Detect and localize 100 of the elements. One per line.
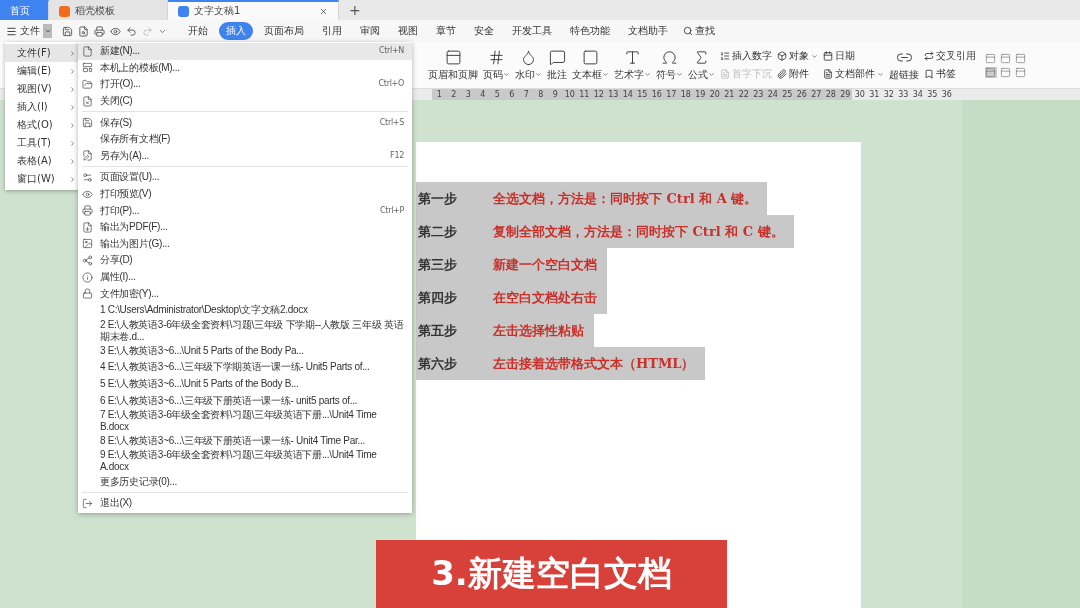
box-icon [777,51,787,61]
ruler-number: 34 [911,89,924,100]
menu-item[interactable]: 窗口(W) [5,170,79,188]
ribbon-tab[interactable]: 文档助手 [621,22,675,40]
ruler-number: 28 [824,89,837,100]
menu-item[interactable]: 5 E:\人教英语3~6...\Unit 5 Parts of the Body B... [78,375,412,393]
ribbon-tab[interactable]: 页面布局 [257,22,311,40]
ribbon-button[interactable]: 书签 [924,67,976,81]
menu-item[interactable]: 工具(T) [5,134,79,152]
ribbon-tab[interactable]: 视图 [391,22,425,40]
browser-tab[interactable]: 文字文稿1 [168,0,339,20]
menu-item[interactable]: 更多历史记录(0)... [78,473,412,491]
layout-icon[interactable] [985,52,997,64]
new-tab-button[interactable]: + [339,0,371,20]
ribbon-tab[interactable]: 开始 [181,22,215,40]
ribbon-button[interactable]: 超链接 [889,48,919,82]
ruler-number: 7 [522,89,530,100]
layout-icon[interactable] [1015,66,1027,78]
ribbon-button[interactable]: 水印 [515,48,542,82]
layout-icon[interactable] [1000,52,1012,64]
search-file-icon[interactable] [78,25,89,37]
layout-icon[interactable] [1015,52,1027,64]
menu-item[interactable]: 3 E:\人教英语3~6...\Unit 5 Parts of the Body Pa... [78,342,412,360]
menu-item[interactable]: 退出(X) [78,495,412,512]
menu-item[interactable]: 页面设置(U)... [78,169,412,186]
menu-item[interactable]: 8 E:\人教英语3~6...\三年级下册英语一课一练- Unit4 Time Par... [78,432,412,450]
bookmark-icon [924,69,934,79]
ribbon-button[interactable]: 批注 [547,48,567,82]
browser-tab[interactable]: 首页 [0,0,49,20]
ribbon-tab[interactable]: 审阅 [353,22,387,40]
ribbon-tab[interactable]: 引用 [315,22,349,40]
menu-item[interactable]: 打开(O)... Ctrl+O [78,76,412,93]
menu-item[interactable]: 输出为PDF(F)... [78,218,412,236]
ribbon-button[interactable]: 日期 [823,49,884,63]
undo-icon[interactable] [126,25,137,37]
file-icon [82,45,93,57]
repeat-icon [924,51,934,61]
search-button[interactable]: 查找 [683,24,715,38]
menu-item[interactable]: 属性(I)... [78,268,412,286]
ribbon-button[interactable]: 文档部件 [823,67,884,81]
ribbon-tab[interactable]: 章节 [429,22,463,40]
layout-icon[interactable] [985,66,997,78]
menu-label: 插入(I) [17,100,48,114]
menu-item[interactable]: 打印预览(V) [78,185,412,203]
ruler-number: 10 [563,89,576,100]
ribbon-button[interactable]: 公式 [688,48,715,82]
ruler-number: 30 [853,89,866,100]
ribbon-tab[interactable]: 特色功能 [563,22,617,40]
menu-item[interactable]: 表格(A) [5,152,79,170]
letter-icon [624,48,641,66]
menu-item[interactable]: 文件加密(Y)... [78,285,412,302]
menu-item[interactable]: 打印(P)... Ctrl+P [78,202,412,219]
ribbon-button[interactable]: 页眉和页脚 [428,48,478,82]
ribbon-button[interactable]: 附件 [777,67,818,81]
droplet-icon [520,48,537,66]
ribbon-button[interactable]: 文本框 [572,48,609,82]
ribbon-tab[interactable]: 安全 [467,22,501,40]
step-label: 第五步 [418,321,458,340]
browser-tab[interactable]: 稻壳模板 [49,0,168,20]
layout-icon[interactable] [1000,66,1012,78]
file-menu-button[interactable]: 文件 [6,24,52,38]
ribbon-button[interactable]: 符号 [656,48,683,82]
menu-item[interactable]: 2 E:\人教英语3-6年级全套资料\习题\三年级 下学期--人教版 三年级 英语期末卷.d... [78,318,412,343]
menu-item[interactable]: 分享(D) [78,252,412,269]
menu-item[interactable]: 6 E:\人教英语3~6...\三年级下册英语一课一练- unit5 parts of... [78,392,412,409]
save-icon[interactable] [62,25,73,37]
close-icon[interactable] [319,6,328,16]
menu-item[interactable]: 保存所有文档(F) [78,130,412,148]
eye-icon[interactable] [110,25,121,37]
ribbon-button[interactable]: 页码 [483,48,510,82]
ribbon-tab[interactable]: 插入 [219,22,253,40]
menu-item[interactable]: 格式(O) [5,116,79,134]
menu-item[interactable]: 新建(N)... Ctrl+N [78,43,412,60]
ribbon-button[interactable]: 艺术字 [614,48,651,82]
menu-item[interactable]: 另存为(A)... F12 [78,147,412,165]
settings-icon [82,171,93,183]
ribbon-button[interactable]: 插入数字 [720,49,772,63]
step-text: 左击选择性粘贴 [493,321,584,340]
menu-item[interactable]: 文件(F) [5,44,79,62]
menu-item[interactable]: 9 E:\人教英语3-6年级全套资料\习题\三年级英语下册...\Unit4 Time A.docx [78,449,412,474]
menu-item[interactable]: 视图(V) [5,80,79,98]
menu-item[interactable]: 7 E:\人教英语3-6年级全套资料\习题\三年级英语下册...\Unit4 Time B.docx [78,408,412,433]
menu-item[interactable]: 1 C:\Users\Administrator\Desktop\文字文稿2.docx [78,301,412,319]
menu-item[interactable]: 4 E:\人教英语3~6...\三年级下学期英语一课一练- Unit5 Parts of... [78,359,412,376]
ribbon-button[interactable]: 交叉引用 [924,49,976,63]
ribbon-tab[interactable]: 开发工具 [505,22,559,40]
printer-icon[interactable] [94,25,105,37]
menu-item[interactable]: 本机上的模板(M)... [78,59,412,77]
ruler-number: 33 [897,89,910,100]
list-icon [720,51,730,61]
menu-item[interactable]: 编辑(E) [5,62,79,80]
download-icon [82,221,93,233]
ruler-number: 32 [882,89,895,100]
menu-item[interactable]: 关闭(C) [78,92,412,110]
menu-item[interactable]: 输出为图片(G)... [78,235,412,253]
ribbon-button[interactable]: 对象 [777,49,818,63]
caret-icon[interactable] [43,24,52,38]
menu-item[interactable]: 插入(I) [5,98,79,116]
menu-item[interactable]: 保存(S) Ctrl+S [78,114,412,131]
ruler-number: 5 [493,89,501,100]
